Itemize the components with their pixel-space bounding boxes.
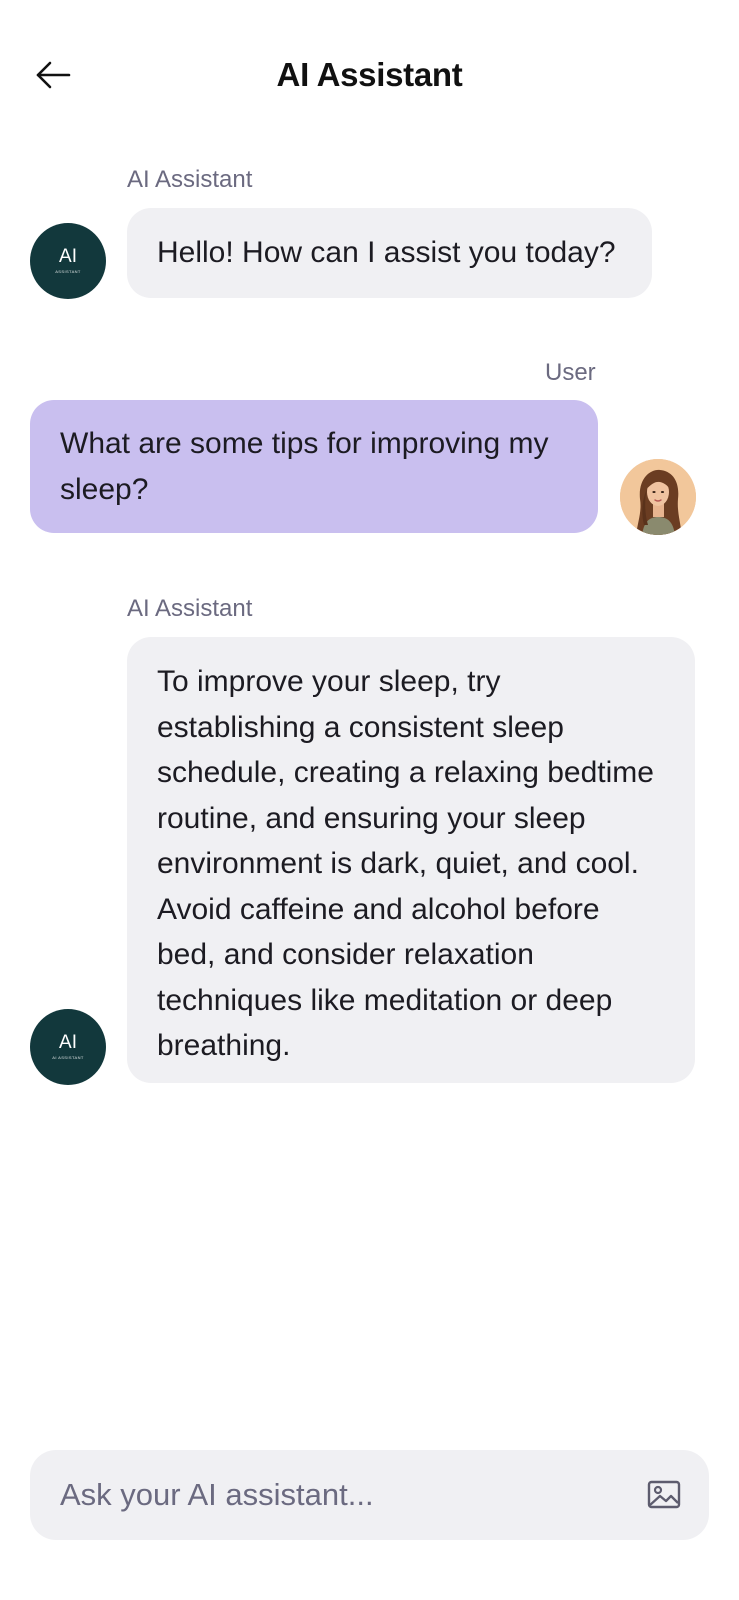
message-text: To improve your sleep, try establishing …	[157, 665, 654, 1062]
assistant-avatar: AI ASSISTANT	[30, 223, 106, 299]
assistant-message-bubble: To improve your sleep, try establishing …	[127, 637, 695, 1083]
assistant-message-bubble: Hello! How can I assist you today?	[127, 208, 652, 298]
avatar-caption: ASSISTANT	[55, 269, 81, 274]
chat-screen: AI Assistant AI Assistant AI ASSISTANT H…	[0, 0, 739, 1600]
avatar-caption: AI ASSISTANT	[52, 1055, 84, 1060]
sender-label: User	[545, 359, 596, 386]
message-composer	[30, 1450, 709, 1540]
sender-label: AI Assistant	[127, 595, 253, 622]
image-icon	[647, 1480, 681, 1509]
attach-image-button[interactable]	[647, 1478, 681, 1512]
avatar-initials: AI	[59, 246, 77, 267]
assistant-avatar: AI AI ASSISTANT	[30, 1009, 106, 1085]
user-avatar	[620, 459, 696, 535]
message-input[interactable]	[30, 1450, 620, 1540]
user-message-bubble: What are some tips for improving my slee…	[30, 400, 598, 533]
message-text: What are some tips for improving my slee…	[60, 427, 549, 506]
sender-label: AI Assistant	[127, 166, 253, 193]
header: AI Assistant	[0, 0, 739, 150]
page-title: AI Assistant	[276, 56, 463, 93]
user-portrait-icon	[620, 459, 696, 535]
avatar-initials: AI	[59, 1032, 77, 1053]
message-text: Hello! How can I assist you today?	[157, 236, 616, 269]
